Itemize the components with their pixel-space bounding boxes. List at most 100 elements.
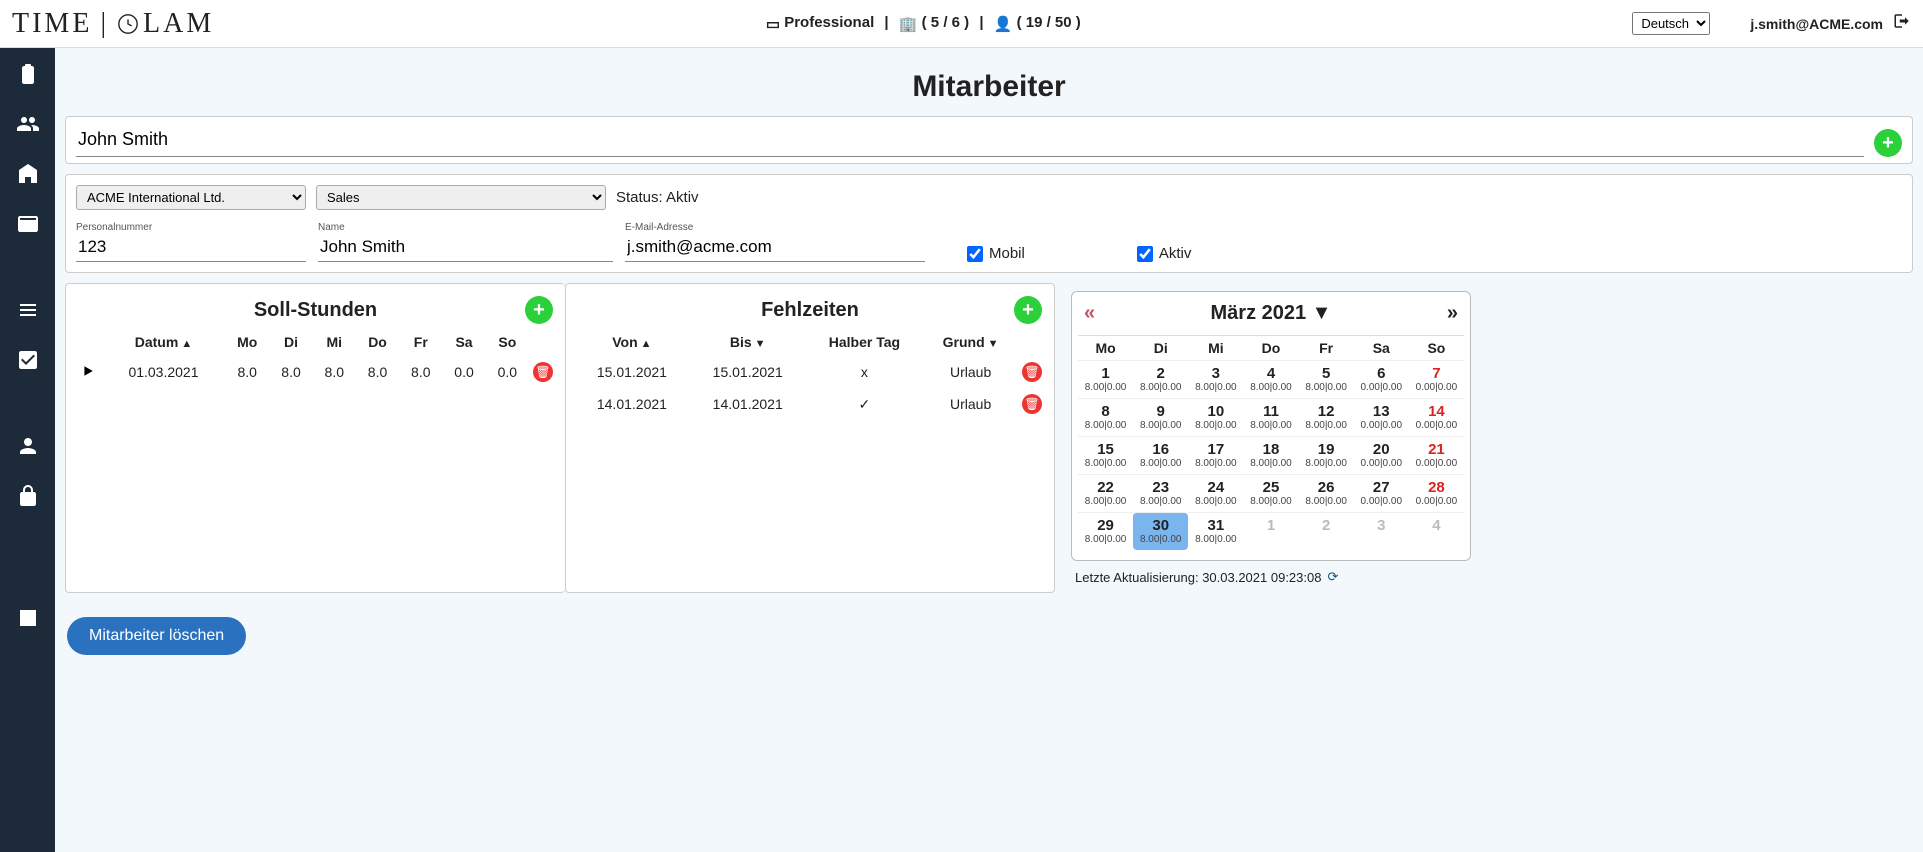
nav-building[interactable]	[10, 158, 46, 190]
cal-day-cell[interactable]: 128.00|0.00	[1299, 398, 1354, 436]
cal-day-cell[interactable]: 70.00|0.00	[1409, 360, 1464, 398]
col-mo[interactable]: Mo	[225, 328, 269, 356]
col-do[interactable]: Do	[356, 328, 399, 356]
detail-card: ACME International Ltd. Sales Status: Ak…	[65, 174, 1913, 273]
fehl-row[interactable]: 14.01.2021 14.01.2021 ✓ Urlaub 🗑	[574, 388, 1046, 420]
cal-prev-button[interactable]: «	[1084, 302, 1095, 325]
cal-day-cell[interactable]: 58.00|0.00	[1299, 360, 1354, 398]
col-fr[interactable]: Fr	[399, 328, 442, 356]
cal-day-cell[interactable]: 48.00|0.00	[1243, 360, 1298, 398]
play-icon[interactable]	[74, 356, 102, 388]
cal-title[interactable]: März 2021 ▼	[1211, 302, 1332, 325]
col-datum[interactable]: Datum▲	[102, 328, 225, 356]
cal-day-cell[interactable]: 308.00|0.00	[1133, 512, 1188, 550]
company-select[interactable]: ACME International Ltd.	[76, 185, 306, 210]
cal-day-cell[interactable]: 258.00|0.00	[1243, 474, 1298, 512]
cal-day-cell[interactable]: 188.00|0.00	[1243, 436, 1298, 474]
nav-list[interactable]	[10, 294, 46, 326]
email-input[interactable]	[625, 233, 925, 262]
aktiv-checkbox[interactable]	[1137, 246, 1153, 262]
aktiv-checkbox-group[interactable]: Aktiv	[1137, 245, 1192, 262]
soll-row[interactable]: 01.03.2021 8.0 8.0 8.0 8.0 8.0 0.0 0.0 🗑	[74, 356, 557, 388]
cal-day-cell[interactable]: 38.00|0.00	[1188, 360, 1243, 398]
cal-dow: So	[1409, 335, 1464, 360]
cal-day-cell[interactable]: 158.00|0.00	[1078, 436, 1133, 474]
col-sa[interactable]: Sa	[442, 328, 485, 356]
add-soll-button[interactable]: +	[525, 296, 553, 324]
top-header: TIME| LAM ▭ Professional | 🏢 ( 5 / 6 ) |…	[0, 0, 1923, 48]
soll-panel: Soll-Stunden + Datum▲ Mo Di Mi Do Fr Sa …	[65, 283, 565, 593]
cal-dow: Mi	[1188, 335, 1243, 360]
cal-day-cell[interactable]: 198.00|0.00	[1299, 436, 1354, 474]
cal-day-cell[interactable]: 60.00|0.00	[1354, 360, 1409, 398]
add-employee-button[interactable]: +	[1874, 129, 1902, 157]
cal-day-cell[interactable]: 18.00|0.00	[1078, 360, 1133, 398]
fehl-table: Von▲ Bis▼ Halber Tag Grund▼ 15.01.2021 1…	[574, 328, 1046, 420]
cal-day-cell[interactable]: 298.00|0.00	[1078, 512, 1133, 550]
soll-table: Datum▲ Mo Di Mi Do Fr Sa So 01.03.2021	[74, 328, 557, 388]
delete-soll-row-button[interactable]: 🗑	[533, 362, 553, 382]
cal-day-cell[interactable]: 4	[1409, 512, 1464, 550]
cal-dow: Do	[1243, 335, 1298, 360]
refresh-icon[interactable]: ⟳	[1327, 569, 1338, 585]
cal-day-cell[interactable]: 140.00|0.00	[1409, 398, 1464, 436]
employee-search-input[interactable]	[76, 123, 1864, 157]
personal-number-label: Personalnummer	[76, 222, 306, 233]
language-select[interactable]: Deutsch	[1632, 12, 1710, 35]
cal-day-cell[interactable]: 210.00|0.00	[1409, 436, 1464, 474]
cal-day-cell[interactable]: 108.00|0.00	[1188, 398, 1243, 436]
mobil-checkbox-group[interactable]: Mobil	[967, 245, 1025, 262]
plan-label: Professional	[784, 14, 874, 31]
cal-day-cell[interactable]: 318.00|0.00	[1188, 512, 1243, 550]
cal-day-cell[interactable]: 168.00|0.00	[1133, 436, 1188, 474]
cal-day-cell[interactable]: 178.00|0.00	[1188, 436, 1243, 474]
cal-day-cell[interactable]: 248.00|0.00	[1188, 474, 1243, 512]
cal-day-cell[interactable]: 28.00|0.00	[1133, 360, 1188, 398]
mobil-checkbox[interactable]	[967, 246, 983, 262]
cal-day-cell[interactable]: 88.00|0.00	[1078, 398, 1133, 436]
delete-fehl-row-button[interactable]: 🗑	[1022, 394, 1042, 414]
cal-day-cell[interactable]: 268.00|0.00	[1299, 474, 1354, 512]
cal-day-cell[interactable]: 130.00|0.00	[1354, 398, 1409, 436]
col-di[interactable]: Di	[269, 328, 312, 356]
cal-day-cell[interactable]: 118.00|0.00	[1243, 398, 1298, 436]
col-grund[interactable]: Grund▼	[923, 328, 1018, 356]
delete-fehl-row-button[interactable]: 🗑	[1022, 362, 1042, 382]
logout-icon[interactable]	[1893, 12, 1911, 35]
nav-employees[interactable]	[10, 108, 46, 140]
cal-day-cell[interactable]: 2	[1299, 512, 1354, 550]
personal-number-input[interactable]	[76, 233, 306, 262]
name-input[interactable]	[318, 233, 613, 262]
cal-day-cell[interactable]: 228.00|0.00	[1078, 474, 1133, 512]
delete-employee-button[interactable]: Mitarbeiter löschen	[67, 617, 246, 655]
nav-group[interactable]	[10, 430, 46, 462]
add-fehl-button[interactable]: +	[1014, 296, 1042, 324]
fehl-panel: Fehlzeiten + Von▲ Bis▼ Halber Tag Grund▼…	[565, 283, 1055, 593]
fehl-row[interactable]: 15.01.2021 15.01.2021 x Urlaub 🗑	[574, 356, 1046, 388]
nav-book[interactable]	[10, 602, 46, 634]
app-logo: TIME| LAM	[12, 8, 214, 40]
cal-next-button[interactable]: »	[1447, 302, 1458, 325]
nav-check[interactable]	[10, 344, 46, 376]
department-select[interactable]: Sales	[316, 185, 606, 210]
main-content: Mitarbeiter + ACME International Ltd. Sa…	[55, 48, 1923, 852]
nav-lock[interactable]	[10, 480, 46, 512]
cal-day-cell[interactable]: 98.00|0.00	[1133, 398, 1188, 436]
cal-day-cell[interactable]: 3	[1354, 512, 1409, 550]
col-von[interactable]: Von▲	[574, 328, 690, 356]
col-bis[interactable]: Bis▼	[690, 328, 806, 356]
col-so[interactable]: So	[486, 328, 529, 356]
cal-day-cell[interactable]: 200.00|0.00	[1354, 436, 1409, 474]
sidebar	[0, 48, 55, 852]
cal-day-cell[interactable]: 1	[1243, 512, 1298, 550]
cal-day-cell[interactable]: 280.00|0.00	[1409, 474, 1464, 512]
nav-clipboard[interactable]	[10, 58, 46, 90]
col-halber[interactable]: Halber Tag	[806, 328, 924, 356]
cal-day-cell[interactable]: 238.00|0.00	[1133, 474, 1188, 512]
clock-icon	[117, 13, 139, 35]
cal-day-cell[interactable]: 270.00|0.00	[1354, 474, 1409, 512]
nav-card[interactable]	[10, 208, 46, 240]
col-mi[interactable]: Mi	[313, 328, 356, 356]
header-info: ▭ Professional | 🏢 ( 5 / 6 ) | 👤 ( 19 / …	[214, 14, 1632, 32]
user-email: j.smith@ACME.com	[1750, 16, 1883, 32]
